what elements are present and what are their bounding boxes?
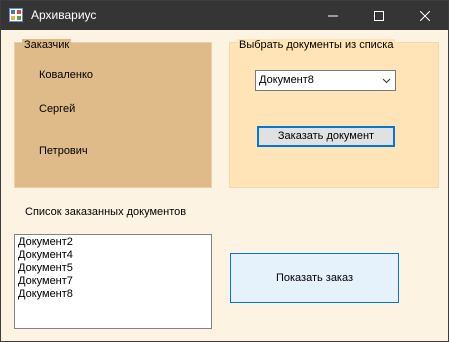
title-bar[interactable]: Архивариус bbox=[1, 1, 448, 30]
customer-name-label: Сергей bbox=[39, 103, 76, 115]
show-order-button[interactable]: Показать заказ bbox=[230, 253, 399, 303]
ordered-documents-list[interactable]: Документ2 Документ4 Документ5 Документ7 … bbox=[14, 234, 212, 329]
list-item[interactable]: Документ8 bbox=[18, 288, 208, 301]
list-item[interactable]: Документ7 bbox=[18, 275, 208, 288]
close-button[interactable] bbox=[402, 1, 448, 30]
ordered-list-label: Список заказанных документов bbox=[25, 206, 187, 218]
minimize-icon bbox=[328, 15, 338, 16]
minimize-button[interactable] bbox=[310, 1, 356, 30]
main-window: Архивариус Заказчик Коваленко Сергей Пет… bbox=[0, 0, 449, 342]
document-select[interactable]: Документ8 bbox=[255, 70, 396, 91]
documents-group-title: Выбрать документы из списка bbox=[237, 39, 396, 51]
form-client-area: Заказчик Коваленко Сергей Петрович Выбра… bbox=[1, 30, 448, 341]
app-icon bbox=[9, 8, 23, 22]
documents-groupbox: Выбрать документы из списка Документ8 За… bbox=[229, 39, 439, 188]
list-item[interactable]: Документ2 bbox=[18, 236, 208, 249]
customer-group-title: Заказчик bbox=[22, 39, 72, 51]
maximize-icon bbox=[374, 10, 384, 21]
customer-patronymic-label: Петрович bbox=[39, 145, 88, 157]
order-document-button[interactable]: Заказать документ bbox=[257, 126, 395, 147]
show-order-button-label: Показать заказ bbox=[275, 272, 354, 284]
close-icon bbox=[420, 10, 430, 21]
list-item[interactable]: Документ5 bbox=[18, 262, 208, 275]
maximize-button[interactable] bbox=[356, 1, 402, 30]
list-item[interactable]: Документ4 bbox=[18, 249, 208, 262]
customer-groupbox: Заказчик Коваленко Сергей Петрович bbox=[14, 39, 212, 188]
chevron-down-icon[interactable] bbox=[382, 76, 391, 85]
customer-surname-label: Коваленко bbox=[39, 69, 94, 81]
document-select-value: Документ8 bbox=[259, 74, 314, 86]
window-title: Архивариус bbox=[31, 8, 97, 22]
